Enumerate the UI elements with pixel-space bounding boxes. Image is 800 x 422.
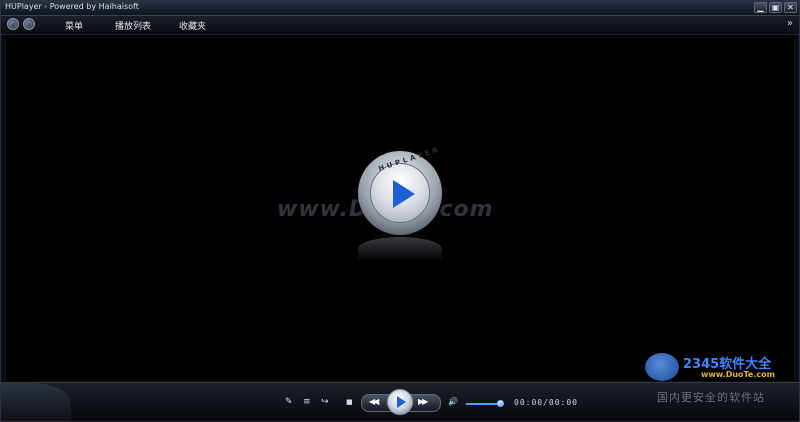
site-watermark: 2345软件大全 www.DuoTe.com 国内更安全的软件站 (643, 349, 793, 409)
maximize-button[interactable]: ▣ (769, 2, 782, 13)
play-button[interactable] (387, 389, 413, 415)
stop-icon[interactable]: ■ (346, 397, 353, 407)
site-slogan: 国内更安全的软件站 (657, 391, 765, 404)
close-button[interactable]: ✕ (784, 2, 797, 13)
menu-item-menu[interactable]: 菜单 (65, 19, 83, 32)
volume-fill (466, 403, 501, 405)
fast-forward-icon[interactable]: ▶▶ (418, 397, 428, 406)
logo-reflection (358, 237, 442, 261)
more-icon[interactable]: » (787, 18, 793, 29)
volume-knob[interactable] (497, 400, 505, 407)
rewind-icon[interactable]: ◀◀ (369, 397, 379, 406)
time-display: 00:00/00:00 (514, 398, 578, 407)
play-icon (397, 396, 406, 408)
mascot-icon (645, 353, 679, 381)
player-window: HUPlayer - Powered by Haihaisoft ▁ ▣ ✕ ‹… (0, 0, 800, 422)
menu-item-playlist[interactable]: 播放列表 (115, 19, 151, 32)
minimize-button[interactable]: ▁ (754, 2, 767, 13)
title-bar[interactable]: HUPlayer - Powered by Haihaisoft ▁ ▣ ✕ (1, 1, 799, 16)
control-bar-decoration (1, 383, 71, 421)
window-title: HUPlayer - Powered by Haihaisoft (5, 2, 139, 11)
forward-icon[interactable]: › (23, 18, 35, 30)
volume-slider[interactable] (466, 400, 505, 407)
volume-icon[interactable]: 🔊 (448, 397, 458, 407)
menu-bar: ‹ › 菜单 播放列表 收藏夹 » (1, 16, 799, 35)
site-url: www.DuoTe.com (701, 370, 775, 379)
menu-item-favorites[interactable]: 收藏夹 (179, 19, 206, 32)
repeat-icon[interactable]: ↪ (321, 397, 329, 407)
tools-icon[interactable]: ✎ (285, 397, 293, 407)
window-controls: ▁ ▣ ✕ (754, 2, 797, 13)
playlist-icon[interactable]: ≡ (303, 397, 311, 407)
back-icon[interactable]: ‹ (7, 18, 19, 30)
play-icon (393, 180, 415, 208)
